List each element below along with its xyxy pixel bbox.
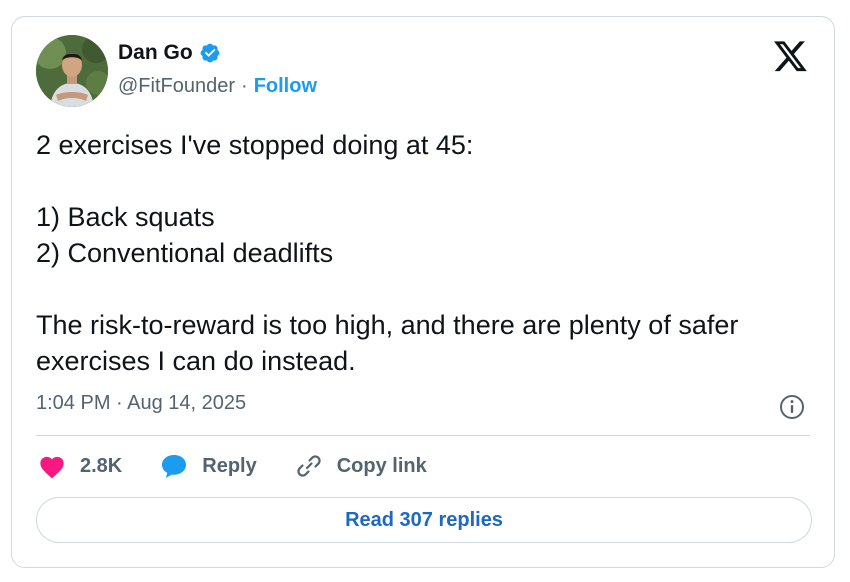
tweet-timestamp[interactable]: 1:04 PM · Aug 14, 2025 [36, 392, 246, 415]
heart-icon [38, 453, 66, 479]
tweet-line-2: 1) Back squats [36, 202, 215, 232]
copy-link-label: Copy link [336, 454, 427, 477]
x-logo-icon[interactable] [774, 41, 808, 73]
reply-button[interactable]: Reply [160, 453, 257, 479]
display-name[interactable]: Dan Go [118, 41, 193, 65]
read-replies-button[interactable]: Read 307 replies [36, 497, 812, 543]
like-button[interactable]: 2.8K [38, 453, 122, 479]
handle-row: @FitFounder · Follow [118, 75, 317, 98]
copy-link-button[interactable]: Copy link [295, 452, 427, 480]
action-bar: 2.8K Reply Copy link [38, 449, 465, 483]
author-handle[interactable]: @FitFounder [118, 75, 235, 98]
info-icon[interactable] [778, 393, 806, 421]
tweet-line-3: 2) Conventional deadlifts [36, 238, 334, 268]
reply-bubble-icon [160, 453, 188, 479]
verified-badge-icon [199, 42, 221, 64]
like-count: 2.8K [80, 454, 123, 477]
divider [36, 435, 810, 436]
follow-link[interactable]: Follow [254, 75, 317, 98]
link-icon [295, 452, 323, 480]
tweet-card: Dan Go @FitFounder · Follow 2 exercises … [11, 16, 835, 568]
tweet-text: 2 exercises I've stopped doing at 45: 1)… [36, 127, 826, 379]
avatar[interactable] [36, 35, 108, 107]
separator-dot: · [241, 75, 248, 97]
tweet-line-4: The risk-to-reward is too high, and ther… [36, 310, 746, 376]
author-name-row: Dan Go [118, 41, 221, 65]
reply-label: Reply [202, 454, 257, 477]
tweet-line-1: 2 exercises I've stopped doing at 45: [36, 130, 474, 160]
